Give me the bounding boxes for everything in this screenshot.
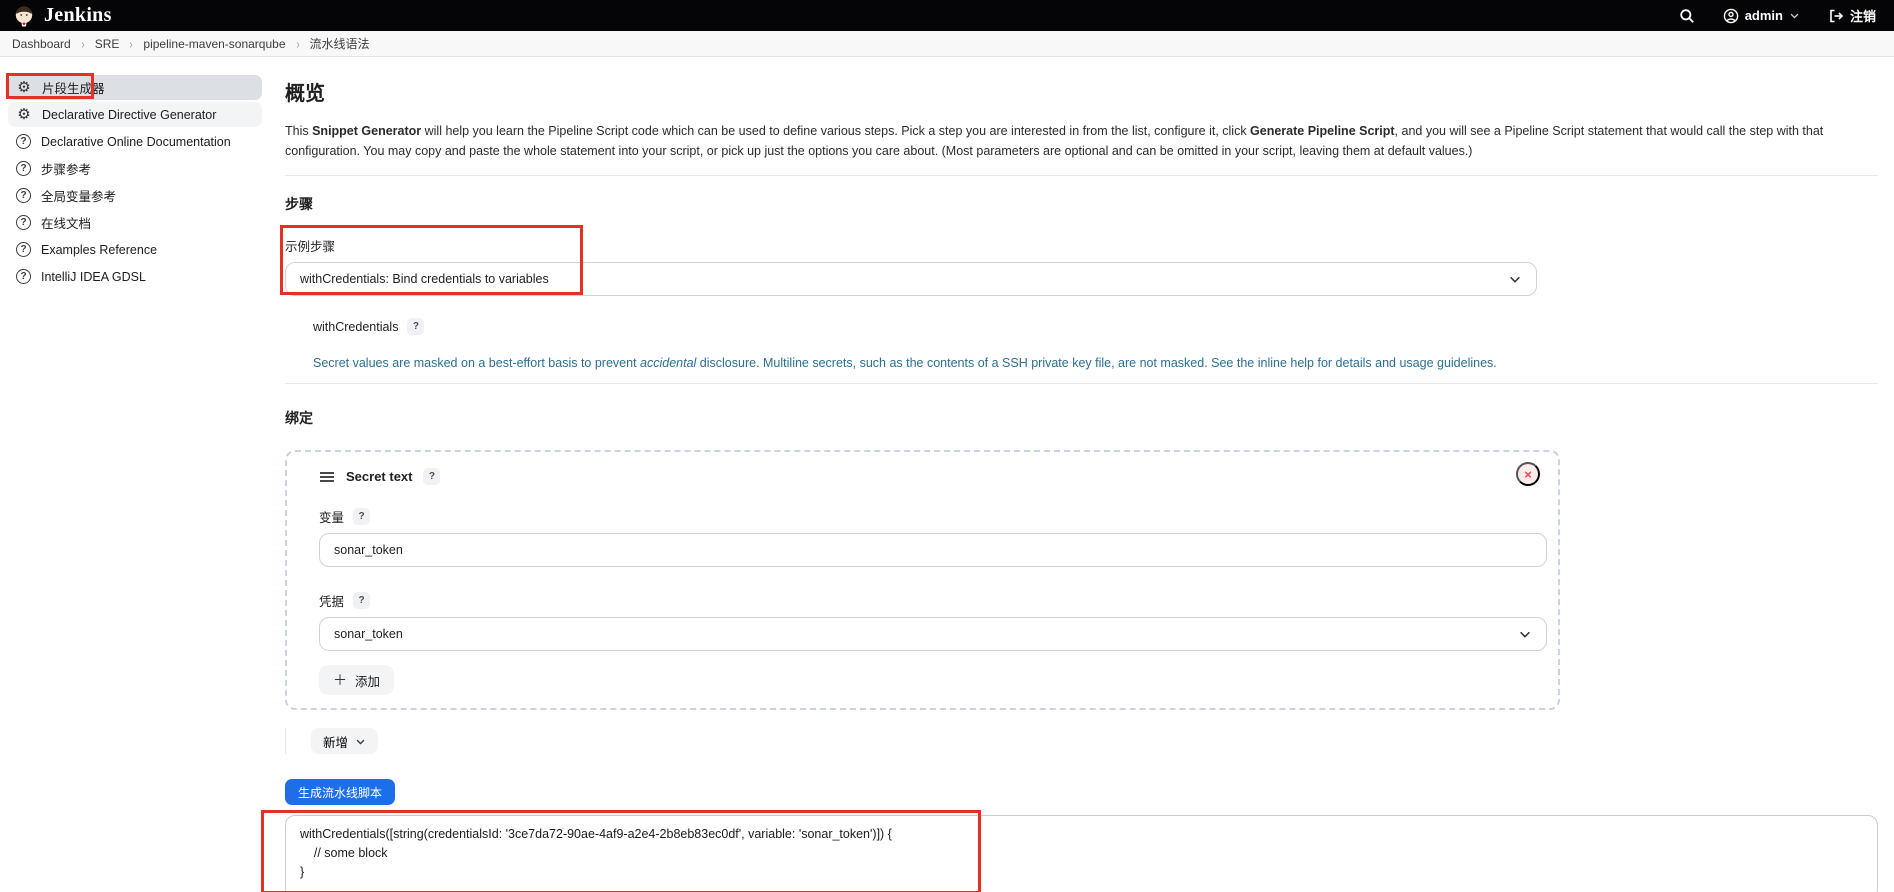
user-icon xyxy=(1723,8,1738,23)
help-circle-icon: ? xyxy=(16,215,31,230)
sidebar-item-snippet-generator[interactable]: ⚙ 片段生成器 xyxy=(6,73,262,100)
gear-icon: ⚙ xyxy=(17,106,31,123)
sidebar-item-declarative-online-documentation[interactable]: ? Declarative Online Documentation xyxy=(8,129,262,154)
sidebar-item-label: 在线文档 xyxy=(41,217,92,231)
sample-step-label: 示例步骤 xyxy=(285,240,336,254)
intro-paragraph: This Snippet Generator will help you lea… xyxy=(285,124,1824,158)
user-menu[interactable]: admin xyxy=(1717,5,1806,27)
credential-selected-value: sonar_token xyxy=(334,627,403,641)
new-button-label: 新增 xyxy=(323,735,349,750)
sidebar-item-intellij-idea-gdsl[interactable]: ? IntelliJ IDEA GDSL xyxy=(8,264,262,289)
jenkins-butler-icon xyxy=(15,6,33,26)
sidebar-item-online-documentation[interactable]: ? 在线文档 xyxy=(8,210,262,235)
sample-step-select[interactable]: withCredentials: Bind credentials to var… xyxy=(285,262,1537,296)
brand-name: Jenkins xyxy=(44,4,112,26)
sidebar-item-declarative-directive-generator[interactable]: ⚙ Declarative Directive Generator xyxy=(8,102,262,127)
credential-label: 凭据 xyxy=(319,595,345,609)
sidebar-item-label: Declarative Directive Generator xyxy=(42,107,217,122)
sidebar-item-step-reference[interactable]: ? 步骤参考 xyxy=(8,156,262,181)
new-binding-row: 新增 xyxy=(285,728,379,754)
help-circle-icon: ? xyxy=(16,242,31,257)
binding-help-icon[interactable]: ? xyxy=(423,468,441,485)
user-name: admin xyxy=(1744,8,1783,23)
remove-binding-button[interactable]: × xyxy=(1516,462,1540,486)
generate-pipeline-script-button[interactable]: 生成流水线脚本 xyxy=(285,779,396,805)
sidebar-item-label: Declarative Online Documentation xyxy=(41,134,231,149)
credential-select[interactable]: sonar_token xyxy=(319,617,1547,651)
breadcrumb-folder[interactable]: SRE xyxy=(95,37,120,51)
binding-card: × Secret text ? 变量 ? sonar_token 凭据 ? so… xyxy=(285,450,1560,710)
sidebar: ⚙ 片段生成器 ⚙ Declarative Directive Generato… xyxy=(0,57,270,892)
sample-step-selected-value: withCredentials: Bind credentials to var… xyxy=(300,272,549,286)
search-icon xyxy=(1679,8,1694,23)
add-credential-button[interactable]: ＋ 添加 xyxy=(319,665,395,695)
breadcrumb-separator-icon: › xyxy=(81,35,85,52)
page-title: 概览 xyxy=(285,83,325,105)
sidebar-item-label: IntelliJ IDEA GDSL xyxy=(41,269,146,284)
step-help-icon[interactable]: ? xyxy=(407,318,425,335)
breadcrumb-separator-icon: › xyxy=(129,35,134,52)
drag-handle-icon[interactable] xyxy=(319,471,335,483)
help-circle-icon: ? xyxy=(16,161,31,176)
breadcrumb-separator-icon: › xyxy=(295,35,300,52)
variable-input[interactable]: sonar_token xyxy=(319,533,1547,567)
section-divider xyxy=(285,383,1878,384)
section-divider xyxy=(285,175,1878,176)
sidebar-item-label: Examples Reference xyxy=(41,242,158,257)
logout-label: 注销 xyxy=(1849,9,1876,24)
intro-bold-generate-script: Generate Pipeline Script xyxy=(1250,124,1395,138)
breadcrumb-dashboard[interactable]: Dashboard xyxy=(12,37,71,51)
jenkins-logo[interactable]: Jenkins xyxy=(12,4,112,28)
plus-icon: ＋ xyxy=(333,672,347,688)
top-bar: Jenkins admin 注销 xyxy=(0,0,1894,31)
gear-icon: ⚙ xyxy=(17,79,31,96)
sidebar-item-label: 全局变量参考 xyxy=(41,190,117,204)
breadcrumb-job[interactable]: pipeline-maven-sonarqube xyxy=(143,37,285,51)
intro-bold-snippet-generator: Snippet Generator xyxy=(312,124,422,138)
chevron-down-icon xyxy=(1510,276,1520,283)
logout-icon xyxy=(1830,9,1844,22)
main-panel: 概览 This Snippet Generator will help you … xyxy=(261,57,1894,892)
chevron-down-icon xyxy=(1790,13,1799,19)
add-button-label: 添加 xyxy=(355,674,381,689)
search-button[interactable] xyxy=(1673,5,1701,27)
logout-button[interactable]: 注销 xyxy=(1822,3,1882,28)
variable-label: 变量 xyxy=(319,511,345,525)
breadcrumb: Dashboard › SRE › pipeline-maven-sonarqu… xyxy=(0,31,1894,57)
chevron-down-icon xyxy=(356,739,365,744)
sidebar-item-examples-reference[interactable]: ? Examples Reference xyxy=(8,237,262,262)
breadcrumb-current: 流水线语法 xyxy=(309,37,370,51)
help-circle-icon: ? xyxy=(16,134,31,149)
sidebar-item-label: 步骤参考 xyxy=(41,163,92,177)
bindings-section-heading: 绑定 xyxy=(285,410,313,426)
step-name: withCredentials xyxy=(313,319,399,334)
chevron-down-icon xyxy=(1520,631,1530,638)
help-circle-icon: ? xyxy=(16,188,31,203)
help-circle-icon: ? xyxy=(16,269,31,284)
variable-value: sonar_token xyxy=(334,543,403,557)
credential-help-icon[interactable]: ? xyxy=(353,592,371,609)
note-italic: accidental xyxy=(640,356,697,370)
step-help-note: Secret values are masked on a best-effor… xyxy=(313,356,1497,370)
variable-help-icon[interactable]: ? xyxy=(353,508,371,525)
steps-section-heading: 步骤 xyxy=(285,196,313,212)
sidebar-item-label: 片段生成器 xyxy=(42,82,105,96)
script-output-textarea[interactable]: withCredentials([string(credentialsId: '… xyxy=(285,815,1878,892)
binding-type-title: Secret text xyxy=(346,469,413,484)
sidebar-item-global-variable-reference[interactable]: ? 全局变量参考 xyxy=(8,183,262,208)
new-binding-button[interactable]: 新增 xyxy=(311,728,379,754)
